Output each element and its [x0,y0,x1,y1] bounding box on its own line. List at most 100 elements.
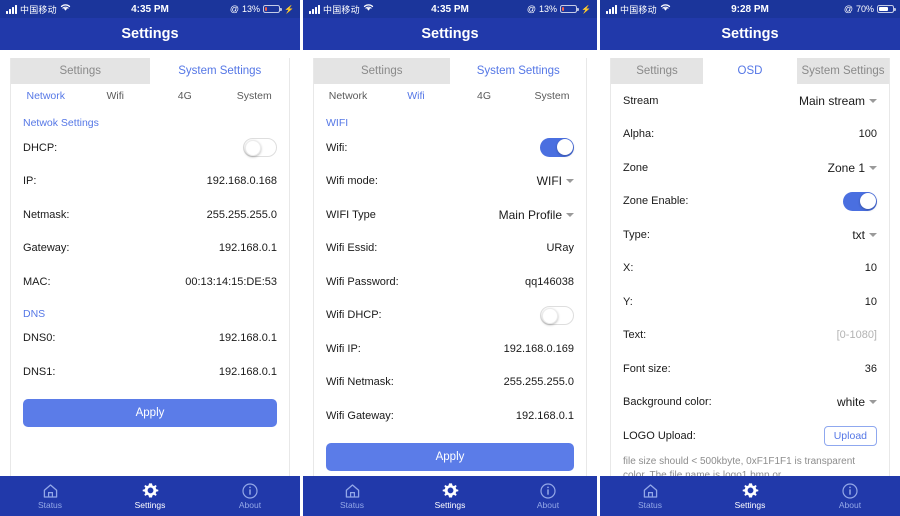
tab-osd[interactable]: OSD [704,58,797,84]
subtab-4g[interactable]: 4G [150,84,220,108]
tab-settings[interactable]: Settings [314,58,451,84]
tabbar-item-status[interactable]: Status [303,482,401,510]
setting-row: IP: 192.168.0.168 [23,165,277,199]
setting-value[interactable]: qq146038 [525,276,574,288]
tab-system-settings[interactable]: System Settings [797,58,889,84]
tab-system-settings[interactable]: System Settings [450,58,586,84]
lightning-bolt-icon: ⚡ [284,4,294,14]
status-bar: 中国移动 4:35 PM @13% ⚡ [0,0,300,18]
toggle-switch[interactable] [843,191,877,211]
setting-label: Wifi IP: [326,342,361,355]
tabbar-item-status[interactable]: Status [600,482,700,510]
setting-value[interactable]: 192.168.0.168 [207,175,277,187]
setting-row: X: 10 [623,252,877,286]
setting-row: Background color: white [623,386,877,420]
toggle-switch[interactable] [540,138,574,158]
apply-button[interactable]: Apply [326,442,574,471]
subtab-label: Wifi [407,90,425,102]
setting-value[interactable]: 10 [865,262,877,274]
tabbar-label: Status [37,500,63,510]
tabbar-item-about[interactable]: About [200,482,300,510]
setting-row: Stream Main stream [623,84,877,118]
subtab-system[interactable]: System [220,84,290,108]
tab-system-settings[interactable]: System Settings [150,58,289,84]
setting-value[interactable]: 10 [865,296,877,308]
setting-row: Wifi mode: WIFI [326,165,574,199]
wifi-icon [363,3,374,15]
tab-settings[interactable]: Settings [11,58,151,84]
subtab-wifi[interactable]: Wifi [81,84,151,108]
select-control[interactable]: txt [852,228,877,242]
select-control[interactable]: WIFI [537,174,574,188]
wifi-icon [60,3,71,15]
subtab-4g[interactable]: 4G [450,84,518,108]
subtab-network[interactable]: Network [11,84,81,108]
setting-value[interactable]: 192.168.0.1 [219,332,277,344]
setting-label: Wifi Gateway: [326,409,394,422]
setting-row: Wifi Gateway: 192.168.0.1 [326,399,574,433]
settings-card: Settings System Settings Network Wifi 4G Syst… [313,58,587,492]
subtab-wifi[interactable]: Wifi [382,84,450,108]
setting-row: Wifi Password: qq146038 [326,265,574,299]
select-value: Main Profile [498,207,562,222]
status-bar-left: 中国移动 [6,3,71,16]
toggle-switch[interactable] [243,138,277,158]
setting-row: Alpha: 100 [623,118,877,152]
setting-label: Y: [623,295,633,308]
bottom-tab-bar: Status Settings About [600,476,900,516]
tabbar-item-settings[interactable]: Settings [700,482,800,510]
apply-button[interactable]: Apply [23,398,277,427]
setting-value[interactable]: 192.168.0.1 [516,410,574,422]
chevron-down-icon [869,400,877,405]
text-input-placeholder[interactable]: [0-1080] [837,329,877,341]
tabbar-item-settings[interactable]: Settings [100,482,200,510]
tab-label: System Settings [801,65,885,77]
battery-icon [877,4,896,14]
tab-label: Settings [59,65,102,77]
setting-value[interactable]: 192.168.0.169 [504,343,574,355]
toggle-switch[interactable] [540,305,574,325]
setting-value[interactable]: 255.255.255.0 [504,376,574,388]
nav-bar: Settings [0,18,300,50]
carrier-label: 中国移动 [323,4,360,15]
tabbar-item-about[interactable]: About [499,482,597,510]
status-bar-right: @13% ⚡ [230,4,294,14]
tabbar-item-status[interactable]: Status [0,482,100,510]
setting-row: Wifi Netmask: 255.255.255.0 [326,366,574,400]
home-icon [344,482,361,499]
subtab-network[interactable]: Network [314,84,382,108]
setting-value[interactable]: 192.168.0.1 [219,242,277,254]
setting-row: MAC: 00:13:14:15:DE:53 [23,265,277,299]
setting-value[interactable]: URay [546,242,574,254]
tabbar-label: About [838,500,862,510]
select-control[interactable]: Main Profile [499,208,574,222]
toggle-knob [245,140,261,157]
setting-value[interactable]: 192.168.0.1 [219,366,277,378]
main-tab-bar: Settings System Settings [11,58,289,84]
setting-row: Font size: 36 [623,352,877,386]
select-control[interactable]: white [837,395,877,409]
tab-label: OSD [737,65,763,77]
tab-settings[interactable]: Settings [611,58,704,84]
phone-screen-3: 中国移动 9:28 PM @70% Settings Settings OSD System… [600,0,900,516]
tabbar-item-settings[interactable]: Settings [401,482,499,510]
setting-value[interactable]: 36 [865,363,877,375]
phone-screen-2: 中国移动 4:35 PM @13% ⚡ Settings Settings System S… [300,0,600,516]
subtab-system[interactable]: System [518,84,586,108]
select-control[interactable]: Zone 1 [828,161,877,175]
setting-row: DNS1: 192.168.0.1 [23,355,277,389]
setting-value[interactable]: 100 [859,128,877,140]
gear-icon [142,482,159,499]
home-icon [42,482,59,499]
upload-button[interactable]: Upload [823,425,877,446]
tabbar-item-about[interactable]: About [800,482,900,510]
select-value: WIFI [536,174,562,189]
select-control[interactable]: Main stream [799,94,877,108]
setting-value[interactable]: 00:13:14:15:DE:53 [185,276,277,288]
setting-label: Background color: [623,396,712,409]
page-title: Settings [421,26,479,42]
setting-value[interactable]: 255.255.255.0 [207,209,277,221]
tab-label: System Settings [178,65,262,77]
setting-row: Netmask: 255.255.255.0 [23,198,277,232]
bottom-tab-bar: Status Settings About [303,476,597,516]
